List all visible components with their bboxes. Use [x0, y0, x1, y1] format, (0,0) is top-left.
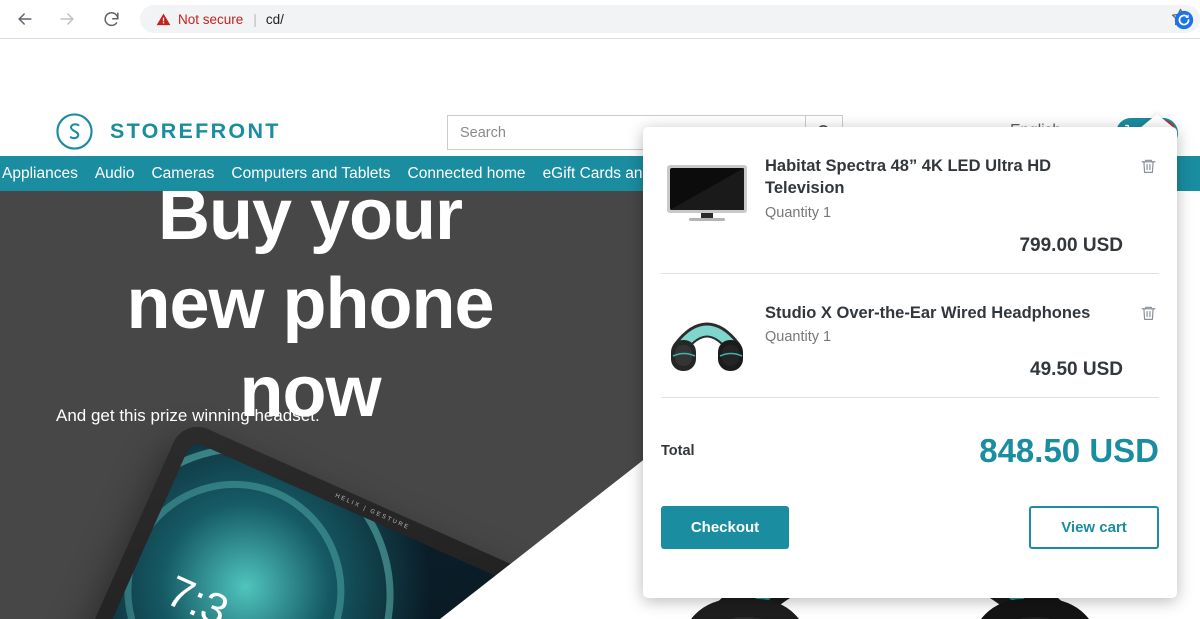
- remove-item-button[interactable]: [1137, 302, 1159, 324]
- cart-item-title: Studio X Over-the-Ear Wired Headphones: [765, 303, 1091, 322]
- address-bar[interactable]: Not secure | cd/: [140, 5, 1200, 33]
- television-thumbnail: [667, 165, 747, 221]
- hero-headline-line-2: new phone: [126, 263, 495, 344]
- cart-actions: Checkout View cart: [661, 470, 1159, 549]
- cart-item-thumbnail: [661, 302, 753, 380]
- nav-item-appliances[interactable]: Appliances: [2, 165, 78, 183]
- logo-text: STOREFRONT: [110, 119, 281, 143]
- omnibox-separator: |: [253, 11, 257, 27]
- url-text: cd/: [265, 11, 284, 27]
- nav-item-computers-and-tablets[interactable]: Computers and Tablets: [231, 165, 390, 183]
- cart-item-details: Studio X Over-the-Ear Wired Headphones Q…: [753, 302, 1159, 381]
- nav-item-connected-home[interactable]: Connected home: [408, 165, 526, 183]
- security-label: Not secure: [178, 11, 244, 27]
- cart-item-quantity: Quantity 1: [765, 204, 832, 221]
- profile-sync-button[interactable]: [1174, 10, 1194, 30]
- hero-subtitle: And get this prize winning headset.: [56, 406, 320, 425]
- cart-dropdown-panel: Habitat Spectra 48” 4K LED Ultra HD Tele…: [643, 127, 1177, 598]
- cart-item-quantity: Quantity 1: [765, 328, 832, 345]
- cart-total-row: Total 848.50 USD: [661, 398, 1159, 470]
- hero-headline-line-1: Buy your: [157, 191, 463, 255]
- nav-item-egift-cards[interactable]: eGift Cards and: [543, 165, 652, 183]
- cart-dropdown-arrow: [1140, 114, 1174, 128]
- warning-triangle-icon: [156, 13, 171, 25]
- cart-total-label: Total: [661, 442, 695, 459]
- cart-line-item: Studio X Over-the-Ear Wired Headphones Q…: [661, 272, 1159, 397]
- forward-button[interactable]: [52, 4, 82, 34]
- arrow-right-icon: [60, 13, 74, 25]
- cart-item-thumbnail: [661, 155, 753, 233]
- browser-toolbar: Not secure | cd/: [0, 0, 1200, 39]
- storefront-circle-s-icon: [56, 113, 93, 150]
- remove-item-button[interactable]: [1137, 155, 1159, 177]
- sync-profile-icon: [1174, 10, 1194, 30]
- cart-item-title: Habitat Spectra 48” 4K LED Ultra HD Tele…: [765, 157, 1052, 198]
- reload-button[interactable]: [96, 4, 126, 34]
- headphones-thumbnail: [671, 322, 743, 371]
- cart-total-value: 848.50 USD: [979, 431, 1159, 469]
- back-button[interactable]: [10, 4, 40, 34]
- view-cart-button[interactable]: View cart: [1029, 505, 1159, 549]
- nav-item-cameras[interactable]: Cameras: [151, 165, 214, 183]
- nav-item-audio[interactable]: Audio: [95, 165, 135, 183]
- trash-icon: [1141, 306, 1155, 320]
- checkout-button[interactable]: Checkout: [661, 505, 789, 549]
- cart-item-price: 49.50 USD: [1030, 358, 1123, 380]
- site-logo[interactable]: STOREFRONT: [55, 112, 281, 151]
- cart-item-price: 799.00 USD: [1019, 234, 1123, 256]
- trash-icon: [1141, 159, 1155, 173]
- hero-headline: Buy your new phone now: [0, 191, 620, 437]
- cart-line-item: Habitat Spectra 48” 4K LED Ultra HD Tele…: [661, 127, 1159, 273]
- reload-icon: [103, 11, 119, 26]
- cart-item-details: Habitat Spectra 48” 4K LED Ultra HD Tele…: [753, 155, 1159, 257]
- arrow-left-icon: [18, 13, 32, 25]
- security-status[interactable]: Not secure: [156, 12, 243, 27]
